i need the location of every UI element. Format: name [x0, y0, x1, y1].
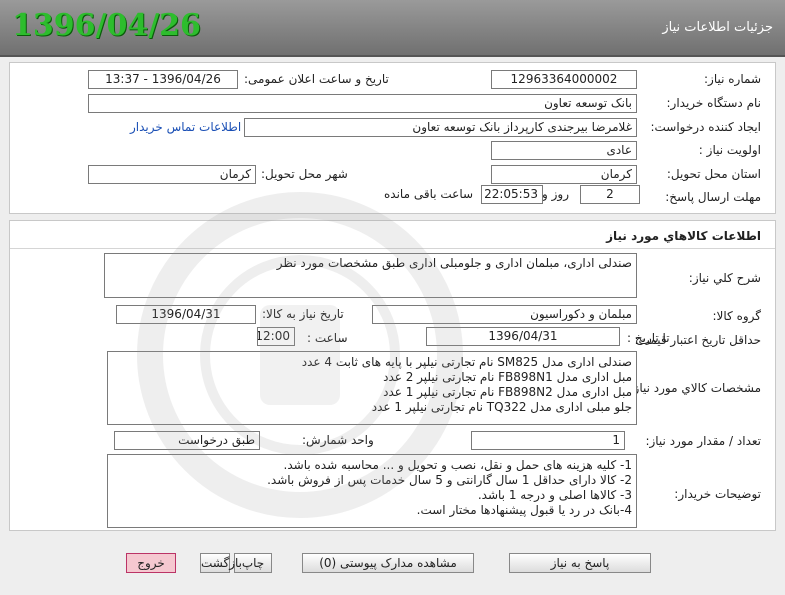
- group-label: گروه کالا:: [712, 309, 762, 323]
- announce-label: تاریخ و ساعت اعلان عمومی:: [244, 72, 389, 86]
- goods-info-panel: اطلاعات کالاهاي مورد نياز شرح کلي نياز: …: [9, 220, 776, 531]
- group-field[interactable]: مبلمان و دکوراسیون: [372, 305, 637, 324]
- page-title: جزئیات اطلاعات نیاز: [662, 20, 773, 35]
- until-date-field[interactable]: 1396/04/31: [426, 327, 620, 346]
- need-number-label: شماره نیاز:: [704, 72, 761, 86]
- need-info-panel: شماره نیاز: 12963364000002 تاریخ و ساعت …: [9, 62, 776, 214]
- province-field[interactable]: کرمان: [491, 165, 637, 184]
- note-line: 1- کلیه هزینه های حمل و نقل، نصب و تحویل…: [283, 458, 632, 472]
- spec-line: مبل اداری مدل FB898N1 نام تجارتی نیلپر 2…: [383, 370, 632, 384]
- attachments-button[interactable]: مشاهده مدارک پیوستی (0): [302, 553, 474, 573]
- hour-label: ساعت :: [307, 331, 348, 345]
- section-divider: [10, 248, 775, 249]
- hour-field[interactable]: 12:00: [257, 327, 295, 346]
- goods-section-title: اطلاعات کالاهاي مورد نياز: [606, 229, 761, 243]
- notes-textarea[interactable]: 1- کلیه هزینه های حمل و نقل، نصب و تحویل…: [107, 454, 637, 528]
- creator-field[interactable]: غلامرضا بیرجندی کارپرداز بانک توسعه تعاو…: [244, 118, 637, 137]
- until-label: تا تاریخ :: [627, 331, 670, 345]
- announce-field[interactable]: 1396/04/26 - 13:37: [88, 70, 238, 89]
- back-button[interactable]: بازگشت: [200, 553, 242, 573]
- unit-label: واحد شمارش:: [302, 433, 374, 447]
- note-line: 3- کالاها اصلی و درجه 1 باشد.: [477, 488, 632, 502]
- spec-line: جلو مبلی اداری مدل TQ322 نام تجارتی نیلپ…: [371, 400, 632, 414]
- desc-text: صندلی اداری، مبلمان اداری و جلومبلی ادار…: [276, 256, 632, 270]
- spec-line: مبل اداری مدل FB898N2 نام تجارتی نیلپر 1…: [383, 385, 632, 399]
- header-date: 1396/04/26: [12, 8, 201, 43]
- time-field[interactable]: 22:05:53: [481, 185, 543, 204]
- priority-label: اولویت نیاز :: [698, 143, 761, 157]
- desc-label: شرح کلي نياز:: [688, 271, 761, 285]
- creator-label: ایجاد کننده درخواست:: [650, 120, 761, 134]
- qty-label: تعداد / مقدار مورد نیاز:: [645, 434, 761, 448]
- need-date-field[interactable]: 1396/04/31: [116, 305, 256, 324]
- unit-field[interactable]: طبق درخواست: [114, 431, 260, 450]
- buyer-contact-link[interactable]: اطلاعات تماس خریدار: [130, 120, 241, 134]
- remaining-label: ساعت باقی مانده: [384, 187, 474, 201]
- spec-textarea[interactable]: صندلی اداری مدل SM825 نام تجارتی نیلپر ب…: [107, 351, 637, 425]
- exit-button[interactable]: خروج: [126, 553, 176, 573]
- buyer-org-field[interactable]: بانک توسعه تعاون: [88, 94, 637, 113]
- spec-label: مشخصات کالاي مورد نياز:: [629, 381, 761, 395]
- title-bar: 1396/04/26 جزئیات اطلاعات نیاز: [0, 0, 785, 57]
- need-date-label: تاریخ نیاز به کالا:: [262, 307, 344, 321]
- city-label: شهر محل تحویل:: [261, 167, 348, 181]
- province-label: استان محل تحویل:: [666, 167, 761, 181]
- notes-label: توضیحات خریدار:: [674, 487, 761, 501]
- priority-field[interactable]: عادی: [491, 141, 637, 160]
- days-field[interactable]: 2: [580, 185, 640, 204]
- buyer-org-label: نام دستگاه خریدار:: [666, 96, 762, 110]
- deadline-label: مهلت ارسال پاسخ:: [665, 190, 761, 204]
- need-number-field[interactable]: 12963364000002: [491, 70, 637, 89]
- days-suffix: روز و: [542, 187, 569, 201]
- desc-textarea[interactable]: صندلی اداری، مبلمان اداری و جلومبلی ادار…: [104, 253, 637, 298]
- city-field[interactable]: کرمان: [88, 165, 256, 184]
- reply-button[interactable]: پاسخ به نیاز: [509, 553, 651, 573]
- qty-field[interactable]: 1: [471, 431, 625, 450]
- spec-line: صندلی اداری مدل SM825 نام تجارتی نیلپر ب…: [301, 355, 632, 369]
- note-line: 4-بانک در رد یا قبول پیشنهادها مختار است…: [416, 503, 632, 517]
- note-line: 2- کالا دارای حداقل 1 سال گارانتی و 5 سا…: [267, 473, 632, 487]
